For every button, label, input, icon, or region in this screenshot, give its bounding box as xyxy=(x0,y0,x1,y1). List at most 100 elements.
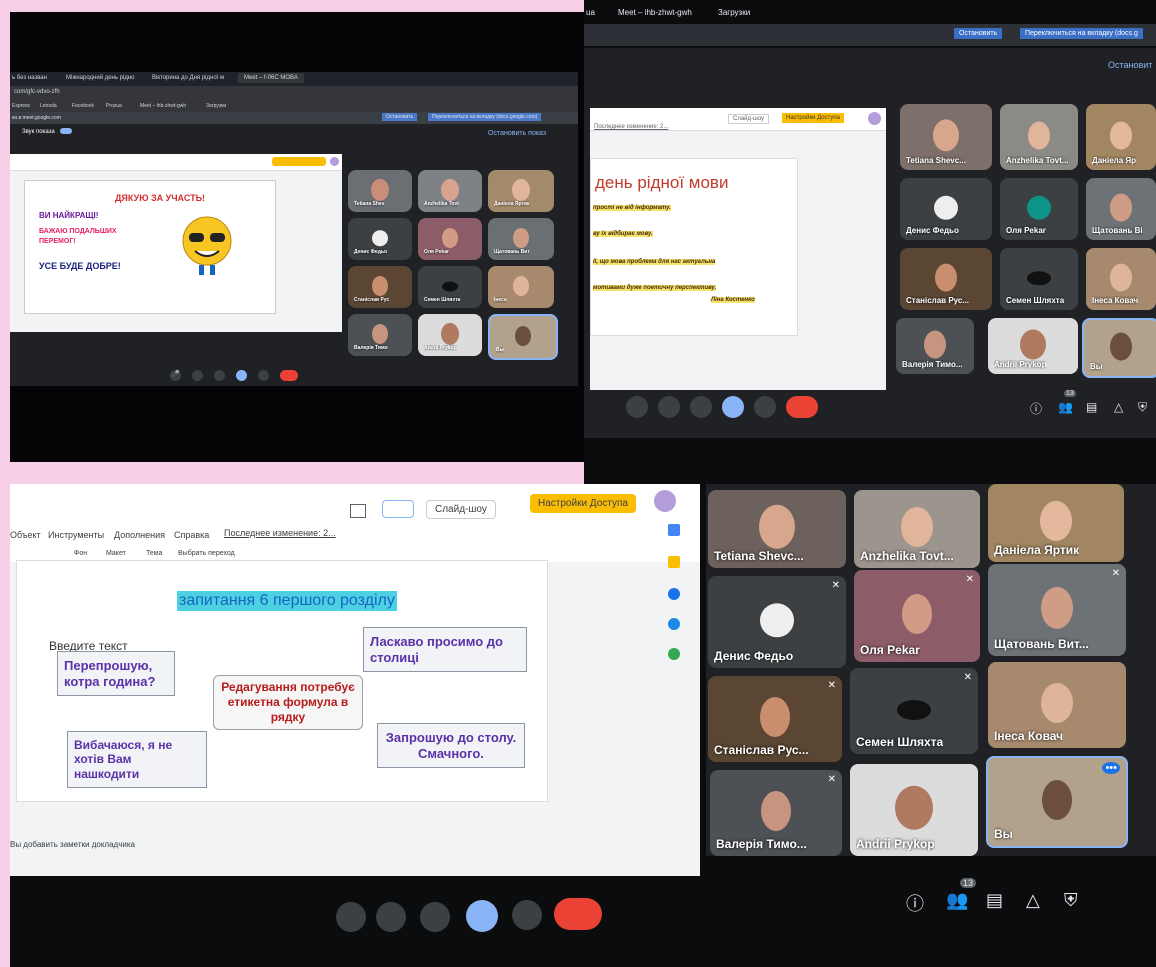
shield-icon[interactable]: ⛨ xyxy=(1138,400,1147,415)
shield-icon[interactable]: ⛨ xyxy=(1064,890,1078,911)
hangup-icon[interactable] xyxy=(280,370,298,381)
stop-presenting-link[interactable]: Остановить показ xyxy=(488,130,546,137)
participant-tile[interactable]: Семен Шляхта xyxy=(418,266,482,308)
bookmark[interactable]: Prozua xyxy=(106,103,122,109)
participant-tile[interactable]: Інеса xyxy=(488,266,554,308)
speech-bubble[interactable]: Перепрошую, котра година? xyxy=(57,651,175,697)
menu-item[interactable]: Объект xyxy=(10,530,41,540)
toolbar-item[interactable]: Выбрать переход xyxy=(178,550,235,557)
participant-tile[interactable]: Anzhelika Tovt... xyxy=(1000,104,1078,170)
camera-icon[interactable] xyxy=(376,902,406,932)
menu-item[interactable]: Дополнения xyxy=(114,530,165,540)
activities-icon[interactable]: △ xyxy=(1026,890,1040,911)
toolbar-item[interactable]: Фон xyxy=(74,550,87,557)
keep-icon[interactable] xyxy=(668,556,680,568)
avatar[interactable] xyxy=(654,490,676,512)
more-icon[interactable] xyxy=(754,396,776,418)
participant-tile[interactable]: Andrii Prykop xyxy=(418,314,482,356)
participant-tile[interactable]: Оля Pekar xyxy=(1000,178,1078,240)
last-edit-link[interactable]: Последнее изменение: 2... xyxy=(594,124,668,130)
participant-tile[interactable]: ✕ Валерія Тимо... xyxy=(710,770,842,856)
slideshow-button[interactable]: Слайд-шоу xyxy=(728,114,770,124)
sound-toggle[interactable]: Звук показа xyxy=(10,128,100,140)
speaker-notes[interactable]: Вы добавить заметки докладчика xyxy=(10,840,135,849)
tab-active[interactable]: Meet – f-06C МОВА xyxy=(238,73,304,83)
participant-tile[interactable]: Щатовань Вит xyxy=(488,218,554,260)
maps-icon[interactable] xyxy=(668,648,680,660)
participant-tile[interactable]: Денис Федьо xyxy=(348,218,412,260)
people-icon[interactable]: 👥 xyxy=(1058,400,1073,414)
participant-tile[interactable]: Інеса Ковач xyxy=(988,662,1126,748)
people-icon[interactable]: 👥 xyxy=(946,890,968,911)
more-icon[interactable] xyxy=(258,370,269,381)
activities-icon[interactable]: △ xyxy=(1114,400,1123,414)
participant-tile[interactable]: Andrii Prykop xyxy=(988,318,1078,374)
speech-bubble[interactable]: Ласкаво просимо до столиці xyxy=(363,627,527,673)
toolbar-item[interactable]: Тема xyxy=(146,550,162,557)
access-settings-button[interactable]: Настройки Доступа xyxy=(782,113,844,123)
participant-tile[interactable]: Tetiana Shev xyxy=(348,170,412,212)
captions-icon[interactable] xyxy=(214,370,225,381)
toolbar-item[interactable]: Макет xyxy=(106,550,126,557)
participant-tile[interactable]: ✕ Оля Pekar xyxy=(854,570,980,662)
avatar[interactable] xyxy=(868,112,881,125)
slideshow-button[interactable]: Слайд-шоу xyxy=(426,500,496,519)
participant-tile-self[interactable]: ••• Вы xyxy=(986,756,1128,848)
info-icon[interactable]: ⓘ xyxy=(906,890,924,916)
slide-canvas[interactable]: день рідної мови прості не від інформату… xyxy=(590,158,798,336)
present-icon[interactable] xyxy=(466,900,498,932)
participant-tile[interactable]: Оля Pekar xyxy=(418,218,482,260)
camera-icon[interactable] xyxy=(658,396,680,418)
tab[interactable]: Вікторина до Дня рідної м xyxy=(152,75,224,81)
participant-tile[interactable]: Даніела Яртик xyxy=(988,484,1124,562)
tasks-icon[interactable] xyxy=(668,588,680,600)
bookmark[interactable]: Загрузки xyxy=(206,103,226,109)
participant-tile[interactable]: Станіслав Рус... xyxy=(900,248,992,310)
contacts-icon[interactable] xyxy=(668,618,680,630)
participant-tile[interactable]: Валерія Тимо... xyxy=(896,318,974,374)
menu-item[interactable]: Инструменты xyxy=(48,530,104,540)
slide-canvas[interactable]: ДЯКУЮ ЗА УЧАСТЬ! ВИ НАЙКРАЩІ! БАЖАЮ ПОДА… xyxy=(24,180,276,314)
bookmark[interactable]: Meet – ihb-zhwt-gwh xyxy=(618,8,692,17)
present-icon[interactable] xyxy=(722,396,744,418)
participant-tile[interactable]: Tetiana Shevc... xyxy=(708,490,846,568)
tab[interactable]: ь без назван xyxy=(12,75,47,81)
participant-tile[interactable]: Andrii Prykop xyxy=(850,764,978,856)
mic-icon[interactable] xyxy=(626,396,648,418)
participant-tile[interactable]: ✕ Семен Шляхта xyxy=(850,668,978,754)
calendar-icon[interactable] xyxy=(668,524,680,536)
chat-icon[interactable]: ▤ xyxy=(1086,400,1097,414)
present-options-button[interactable] xyxy=(382,500,414,518)
participant-tile[interactable]: Tetiana Shevc... xyxy=(900,104,992,170)
participant-tile-self[interactable]: Вы xyxy=(488,314,558,360)
tab[interactable]: Міжнародний день рідно xyxy=(66,75,135,81)
more-icon[interactable] xyxy=(512,900,542,930)
stop-sharing-button[interactable]: Остановить xyxy=(382,113,418,121)
center-text-box[interactable]: Редагування потребує етикетна формула в … xyxy=(213,675,363,730)
participant-tile[interactable]: Денис Федьо xyxy=(900,178,992,240)
switch-tab-button[interactable]: Переключиться на вкладку (docs.google.co… xyxy=(428,113,542,121)
chat-icon[interactable]: ▤ xyxy=(986,890,1003,911)
stop-sharing-button[interactable]: Остановить xyxy=(954,28,1003,39)
participant-tile[interactable]: Валерія Тимо xyxy=(348,314,412,356)
participant-tile[interactable]: Станіслав Рус xyxy=(348,266,412,308)
hangup-icon[interactable] xyxy=(786,396,818,418)
switch-tab-button[interactable]: Переключиться на вкладку (docs.g xyxy=(1020,28,1143,39)
info-icon[interactable]: ⓘ xyxy=(1030,400,1042,417)
bookmark[interactable]: Meet – ihb-zhwt-gwh xyxy=(140,103,186,109)
access-settings-button[interactable]: Настройки Доступа xyxy=(530,494,636,513)
mic-icon[interactable]: 🎤 xyxy=(170,370,181,381)
speech-bubble[interactable]: Вибачаюся, я не хотів Вам нашкодити xyxy=(67,731,207,789)
address-bar[interactable]: com/gfc-vdvo-zfh xyxy=(10,86,578,100)
speech-bubble[interactable]: Запрошую до столу. Смачного. xyxy=(377,723,525,769)
participant-tile[interactable]: Anzhelika Tovt... xyxy=(854,490,980,568)
bookmark[interactable]: Lenoda xyxy=(40,103,57,109)
comments-icon[interactable] xyxy=(350,504,366,518)
participant-tile[interactable]: Даніела Яртик xyxy=(488,170,554,212)
participant-tile[interactable]: Інеса Ковач xyxy=(1086,248,1156,310)
bookmark[interactable]: Express xyxy=(12,103,30,109)
mic-icon[interactable] xyxy=(336,902,366,932)
participant-tile[interactable]: Семен Шляхта xyxy=(1000,248,1078,310)
toggle-switch[interactable] xyxy=(60,128,73,134)
camera-icon[interactable] xyxy=(192,370,203,381)
